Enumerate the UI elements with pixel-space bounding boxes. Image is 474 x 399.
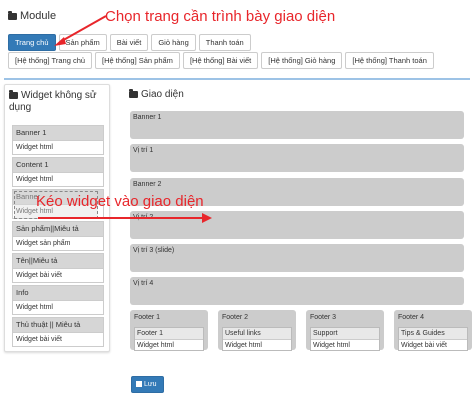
widget-type: Widget html [311,339,379,350]
zone-label: Banner 2 [133,181,162,188]
widget-item[interactable]: Thủ thuật || Miêu tả Widget bài viết [12,317,104,347]
widget-name: Content 1 [13,158,103,172]
zone-label: Footer 3 [310,314,337,321]
system-tabs: [Hệ thống] Trang chủ [Hệ thống] Sản phẩm… [8,52,434,69]
unused-widgets-title-text: Widget không sử dụng [9,90,97,113]
divider [4,78,470,80]
widget-item[interactable]: Support Widget html [310,327,380,351]
widget-item[interactable]: Content 1 Widget html [12,157,104,187]
annotation-drag-widget: Kéo widget vào giao diện [36,193,204,210]
system-tab-bai-viet[interactable]: [Hệ thống] Bài viết [182,52,259,69]
widget-item[interactable]: Tên||Miêu tả Widget bài viết [12,253,104,283]
widget-item[interactable]: Tips & Guides Widget bài viết [398,327,468,351]
widget-name: Footer 1 [135,328,203,339]
widget-type: Widget html [13,172,103,186]
zone-label: Banner 1 [133,114,162,121]
widget-type: Widget html [223,339,291,350]
annotation-arrow-top [54,15,107,46]
folder-icon [129,88,138,98]
drop-zone-footer-1[interactable]: Footer 1 Footer 1 Widget html [130,310,208,351]
folder-icon [8,10,17,20]
widget-type: Widget html [135,339,203,350]
widget-name: Tên||Miêu tả [13,254,103,268]
widget-name: Thủ thuật || Miêu tả [13,318,103,332]
drop-zone-footer-4[interactable]: Footer 4 Tips & Guides Widget bài viết [394,310,472,351]
unused-widgets-title: Widget không sử dụng [9,89,109,114]
widget-item[interactable]: Useful links Widget html [222,327,292,351]
layout-title-text: Giao diện [141,89,184,100]
system-tab-trang-chu[interactable]: [Hệ thống] Trang chủ [8,52,93,69]
zone-label: Footer 1 [134,314,161,321]
zone-label: Footer 2 [222,314,249,321]
widget-item[interactable]: Banner 1 Widget html [12,125,104,155]
tab-bai-viet[interactable]: Bài viết [109,34,149,51]
widget-name: Tips & Guides [399,328,467,339]
widget-name: Useful links [223,328,291,339]
zone-label: Footer 4 [398,314,425,321]
widget-type: Widget html [13,300,103,314]
drop-zone-footer-2[interactable]: Footer 2 Useful links Widget html [218,310,296,351]
widget-name: Banner 1 [13,126,103,140]
drop-zone-vi-tri-1[interactable]: Vị trí 1 [130,144,464,172]
drop-zone-footer-3[interactable]: Footer 3 Support Widget html [306,310,384,351]
floppy-disk-icon [136,381,142,387]
folder-icon [9,89,18,99]
system-tab-gio-hang[interactable]: [Hệ thống] Giỏ hàng [261,52,343,69]
widget-type: Widget sản phẩm [13,236,103,250]
widget-name: Sản phẩm||Miêu tả [13,222,103,236]
layout-title: Giao diện [129,88,184,100]
annotation-select-page: Chọn trang cần trình bày giao diện [105,8,336,25]
zone-label: Vị trí 3 (slide) [133,247,175,254]
zone-label: Vị trí 1 [133,147,154,154]
tab-thanh-toan[interactable]: Thanh toán [198,34,251,51]
system-tab-thanh-toan[interactable]: [Hệ thống] Thanh toán [345,52,434,69]
save-button[interactable]: Lưu [131,376,164,393]
widget-type: Widget bài viết [399,339,467,350]
annotation-arrow-middle [38,213,212,223]
widget-item[interactable]: Footer 1 Widget html [134,327,204,351]
widget-type: Widget html [13,140,103,154]
save-label: Lưu [144,381,157,388]
drop-zone-banner-1[interactable]: Banner 1 [130,111,464,139]
page-tabs: Trang chủ Sản phẩm Bài viết Giỏ hàng Tha… [8,34,251,51]
drop-zone-vi-tri-4[interactable]: Vị trí 4 [130,277,464,305]
widget-name: Support [311,328,379,339]
widget-type: Widget bài viết [13,268,103,282]
drop-zone-vi-tri-3[interactable]: Vị trí 3 (slide) [130,244,464,272]
widget-item[interactable]: Sản phẩm||Miêu tả Widget sản phẩm [12,221,104,251]
widget-item[interactable]: Info Widget html [12,285,104,315]
tab-gio-hang[interactable]: Giỏ hàng [151,34,196,51]
system-tab-san-pham[interactable]: [Hệ thống] Sản phẩm [95,52,180,69]
widget-name: Info [13,286,103,300]
zone-label: Vị trí 4 [133,280,154,287]
widget-type: Widget bài viết [13,332,103,346]
